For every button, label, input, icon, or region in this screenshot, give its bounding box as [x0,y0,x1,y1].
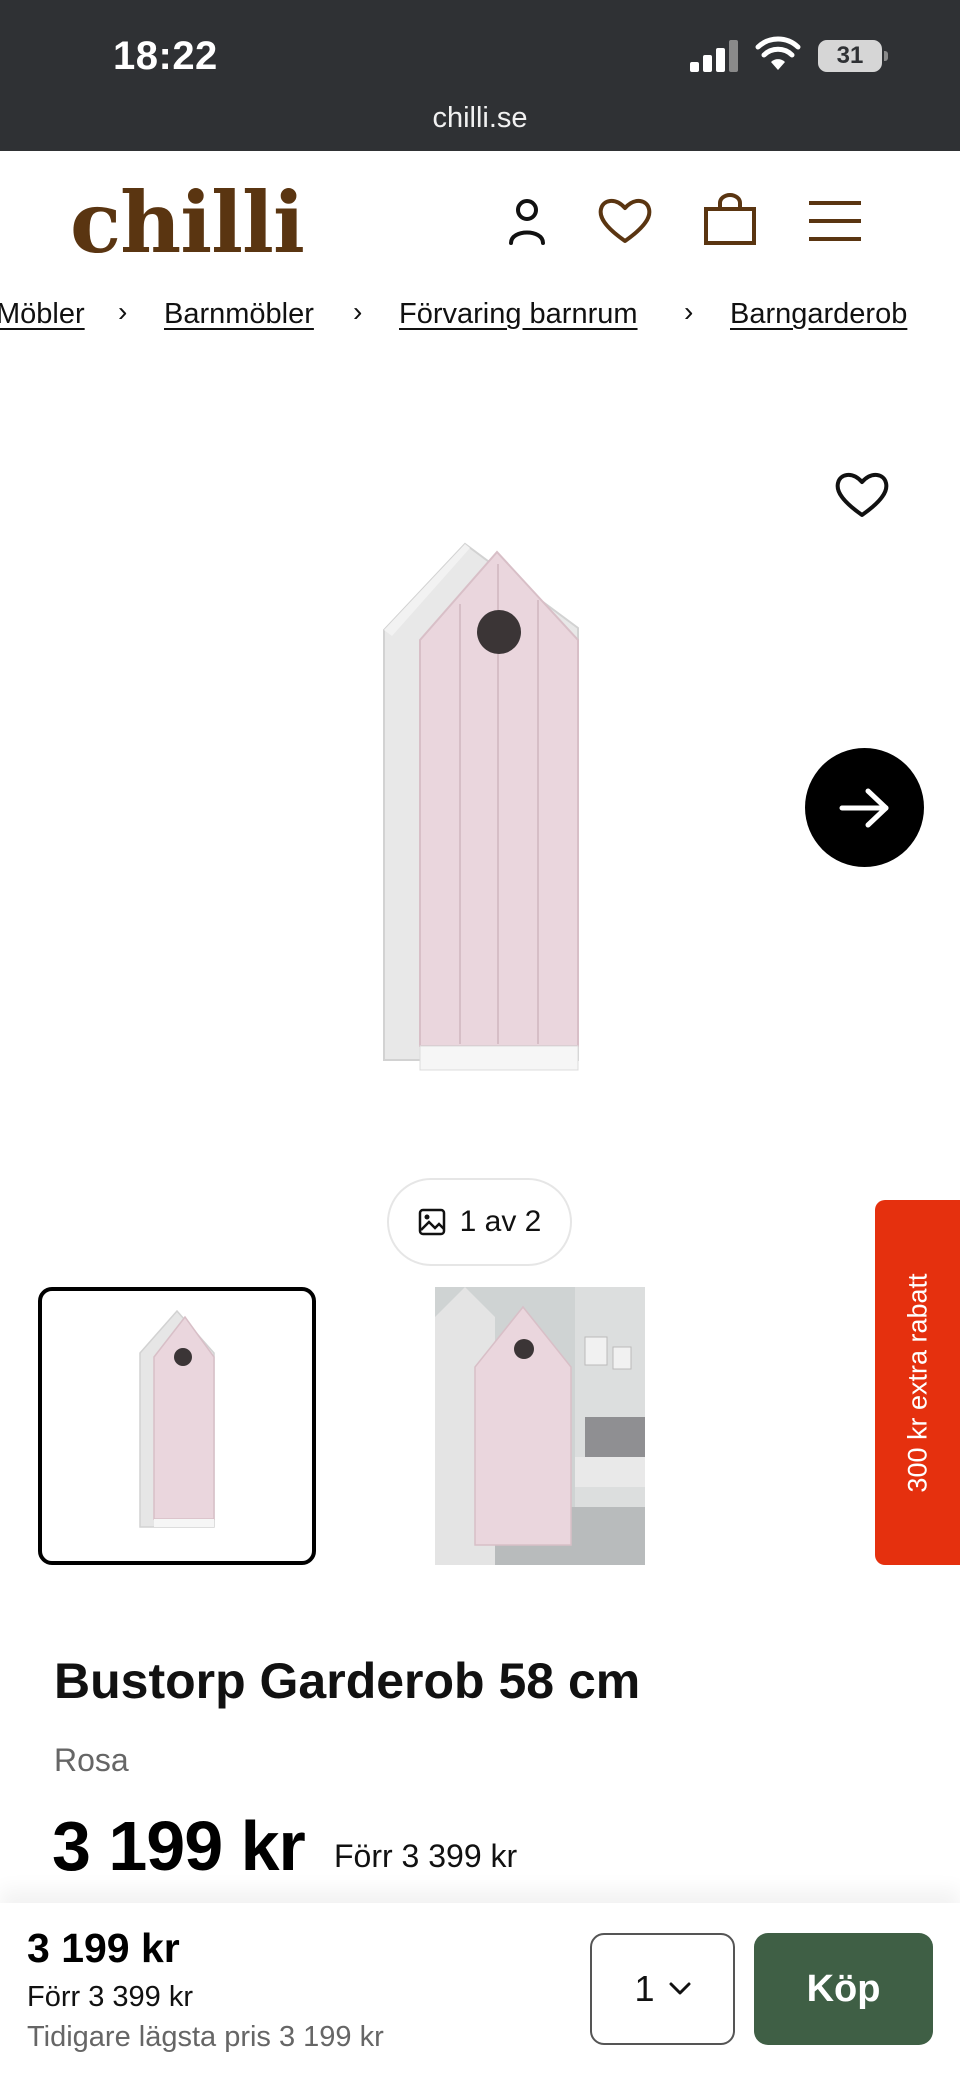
wishlist-heart-icon[interactable] [832,465,892,520]
breadcrumb-separator: › [684,296,694,327]
breadcrumb-barngarderob[interactable]: Barngarderob [730,298,907,331]
breadcrumb-barnmobler[interactable]: Barnmöbler [164,298,314,331]
image-counter-label: 1 av 2 [459,1205,542,1238]
breadcrumb-mobler[interactable]: Möbler [0,298,85,331]
sticky-buy-bar: 3 199 kr Förr 3 399 kr Tidigare lägsta p… [0,1903,960,2077]
thumbnail-2[interactable] [435,1287,645,1565]
thumbnail-room-image [435,1287,645,1565]
signal-icon [690,40,742,72]
menu-icon[interactable] [805,191,865,251]
thumbnail-1[interactable] [38,1287,316,1565]
breadcrumb-forvaring-barnrum[interactable]: Förvaring barnrum [399,298,638,331]
status-time: 18:22 [113,34,218,78]
chevron-down-icon [669,1982,691,1995]
product-price: 3 199 kr [52,1807,306,1885]
sticky-price: 3 199 kr [27,1925,180,1971]
breadcrumb-separator: › [118,296,128,327]
user-icon[interactable] [497,191,557,251]
image-counter: 1 av 2 [387,1178,572,1266]
breadcrumb-separator: › [353,296,363,327]
chilli-logo[interactable]: chilli [70,173,305,272]
extra-discount-label: 300 kr extra rabatt [902,1272,932,1493]
extra-discount-tab[interactable]: 300 kr extra rabatt [875,1200,960,1565]
product-previous-price: Förr 3 399 kr [334,1838,518,1874]
product-variant: Rosa [54,1742,129,1778]
heart-icon[interactable] [595,191,655,251]
sticky-lowest-price: Tidigare lägsta pris 3 199 kr [27,2021,384,2053]
buy-button[interactable]: Köp [754,1933,933,2045]
arrow-right-icon [839,788,888,827]
battery-level: 31 [818,40,882,72]
thumbnail-product-image [139,1309,215,1528]
quantity-select[interactable]: 1 [590,1933,735,2045]
status-bar: 18:22 31 chilli.se [0,0,960,151]
shopping-bag-icon[interactable] [700,191,760,251]
next-image-button[interactable] [805,748,924,867]
product-title: Bustorp Garderob 58 cm [54,1653,641,1709]
image-icon [418,1208,445,1236]
sticky-previous-price: Förr 3 399 kr [27,1981,193,2013]
battery-icon: 31 [818,40,888,72]
wifi-icon [755,36,801,72]
quantity-value: 1 [634,1968,655,2009]
address-bar-url[interactable]: chilli.se [0,102,960,135]
site-header: chilli [0,151,960,286]
